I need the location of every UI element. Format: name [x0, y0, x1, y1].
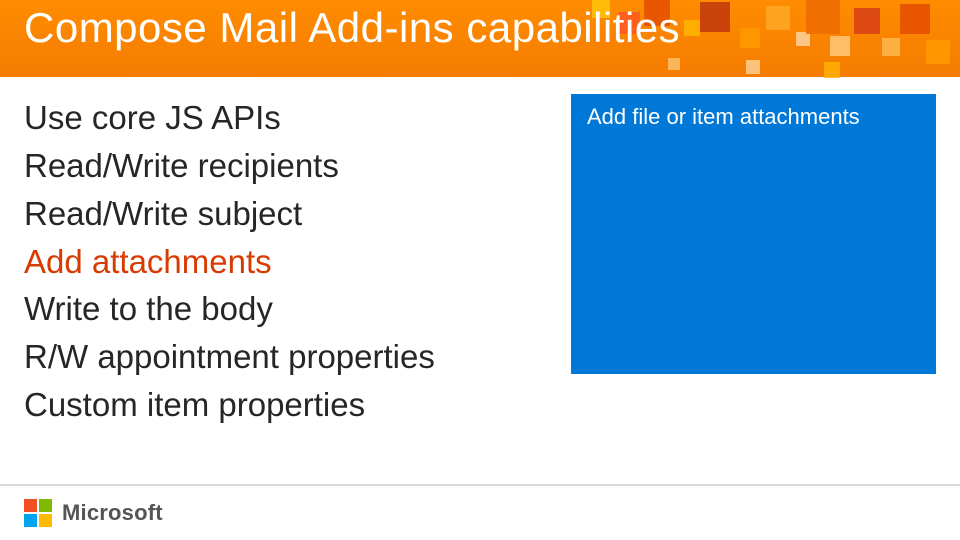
- microsoft-logo-icon: [24, 499, 52, 527]
- detail-panel-text: Add file or item attachments: [587, 104, 920, 130]
- detail-panel: Add file or item attachments: [571, 94, 936, 374]
- capability-item: Custom item properties: [24, 381, 544, 429]
- footer: Microsoft: [0, 484, 960, 540]
- capability-item-highlighted: Add attachments: [24, 238, 544, 286]
- slide: Compose Mail Add-ins capabilities Use co…: [0, 0, 960, 540]
- capability-item: Use core JS APIs: [24, 94, 544, 142]
- capabilities-list: Use core JS APIs Read/Write recipients R…: [24, 94, 544, 429]
- capability-item: Write to the body: [24, 285, 544, 333]
- microsoft-logo: Microsoft: [24, 499, 163, 527]
- microsoft-logo-text: Microsoft: [62, 500, 163, 526]
- title-band: Compose Mail Add-ins capabilities: [0, 0, 960, 77]
- capability-item: Read/Write subject: [24, 190, 544, 238]
- slide-title: Compose Mail Add-ins capabilities: [24, 4, 680, 52]
- capability-item: R/W appointment properties: [24, 333, 544, 381]
- capability-item: Read/Write recipients: [24, 142, 544, 190]
